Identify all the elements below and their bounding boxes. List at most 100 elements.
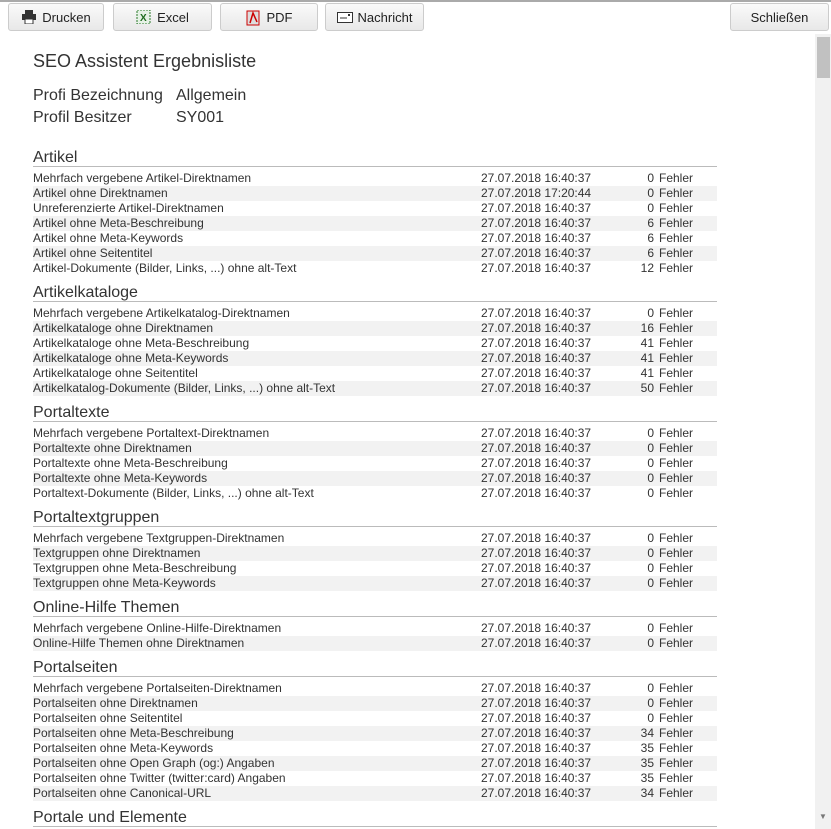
error-unit: Fehler <box>659 726 694 740</box>
error-unit: Fehler <box>659 456 694 470</box>
result-row[interactable]: Mehrfach vergebene Artikel-Direktnamen 2… <box>33 171 717 186</box>
scrollbar-thumb[interactable] <box>817 37 830 78</box>
excel-button[interactable]: X Excel <box>113 3 212 31</box>
result-row[interactable]: Artikel-Dokumente (Bilder, Links, ...) o… <box>33 261 717 276</box>
result-row[interactable]: Textgruppen ohne Meta-Keywords 27.07.201… <box>33 576 717 591</box>
result-row[interactable]: Artikel ohne Meta-Beschreibung 27.07.201… <box>33 216 717 231</box>
result-row[interactable]: Portalseiten ohne Seitentitel 27.07.2018… <box>33 711 717 726</box>
section-rows: Mehrfach vergebene Portaltext-Direktname… <box>33 426 717 501</box>
result-row[interactable]: Mehrfach vergebene Textgruppen-Direktnam… <box>33 531 717 546</box>
check-timestamp: 27.07.2018 16:40:37 <box>481 636 592 650</box>
result-row[interactable]: Textgruppen ohne Direktnamen 27.07.2018 … <box>33 546 717 561</box>
result-row[interactable]: Portaltext-Dokumente (Bilder, Links, ...… <box>33 486 717 501</box>
result-row[interactable]: Online-Hilfe Themen ohne Direktnamen 27.… <box>33 636 717 651</box>
error-count: 6 <box>647 246 654 260</box>
section-rows: Mehrfach vergebene Textgruppen-Direktnam… <box>33 531 717 591</box>
check-timestamp: 27.07.2018 16:40:37 <box>481 366 592 380</box>
check-timestamp: 27.07.2018 16:40:37 <box>481 306 592 320</box>
profile-value: Allgemein <box>176 87 247 104</box>
result-row[interactable]: Mehrfach vergebene Online-Hilfe-Direktna… <box>33 621 717 636</box>
vertical-scrollbar[interactable]: ▼ <box>815 34 831 829</box>
error-count: 6 <box>647 231 654 245</box>
section-heading: Portaltextgruppen <box>33 509 717 527</box>
result-row[interactable]: Artikel ohne Meta-Keywords 27.07.2018 16… <box>33 231 717 246</box>
result-row[interactable]: Artikelkatalog-Dokumente (Bilder, Links,… <box>33 381 717 396</box>
check-name: Portaltexte ohne Direktnamen <box>33 441 192 455</box>
result-row[interactable]: Mehrfach vergebene Portaltext-Direktname… <box>33 426 717 441</box>
result-row[interactable]: Artikelkataloge ohne Direktnamen 27.07.2… <box>33 321 717 336</box>
error-count: 0 <box>647 696 654 710</box>
check-name: Mehrfach vergebene Portaltext-Direktname… <box>33 426 270 440</box>
error-count: 0 <box>647 576 654 590</box>
error-unit: Fehler <box>659 321 694 335</box>
results-panel: SEO Assistent Ergebnisliste Profi Bezeic… <box>0 34 815 829</box>
check-name: Portaltexte ohne Meta-Keywords <box>33 471 208 485</box>
result-row[interactable]: Portalseiten ohne Twitter (twitter:card)… <box>33 771 717 786</box>
result-row[interactable]: Portalseiten ohne Canonical-URL 27.07.20… <box>33 786 717 801</box>
error-unit: Fehler <box>659 486 694 500</box>
error-count: 35 <box>640 741 654 755</box>
error-unit: Fehler <box>659 531 694 545</box>
scroll-down-arrow-icon[interactable]: ▼ <box>819 812 827 821</box>
error-unit: Fehler <box>659 336 694 350</box>
toolbar: Drucken X Excel PDF Nachricht Schließen <box>0 0 831 32</box>
error-unit: Fehler <box>659 786 694 800</box>
check-timestamp: 27.07.2018 17:20:44 <box>481 186 592 200</box>
check-timestamp: 27.07.2018 16:40:37 <box>481 696 592 710</box>
message-button[interactable]: Nachricht <box>325 3 424 31</box>
result-row[interactable]: Portalseiten ohne Open Graph (og:) Angab… <box>33 756 717 771</box>
check-name: Artikelkataloge ohne Meta-Beschreibung <box>33 336 250 350</box>
check-timestamp: 27.07.2018 16:40:37 <box>481 351 592 365</box>
check-name: Mehrfach vergebene Artikelkatalog-Direkt… <box>33 306 290 320</box>
check-name: Mehrfach vergebene Artikel-Direktnamen <box>33 171 252 185</box>
result-row[interactable]: Artikelkataloge ohne Seitentitel 27.07.2… <box>33 366 717 381</box>
result-row[interactable]: Mehrfach vergebene Portalseiten-Direktna… <box>33 681 717 696</box>
result-row[interactable]: Textgruppen ohne Meta-Beschreibung 27.07… <box>33 561 717 576</box>
profile-name-row: Profi Bezeichnung Allgemein <box>33 87 246 105</box>
result-row[interactable]: Portalseiten ohne Meta-Beschreibung 27.0… <box>33 726 717 741</box>
check-timestamp: 27.07.2018 16:40:37 <box>481 531 592 545</box>
result-row[interactable]: Mehrfach vergebene Artikelkatalog-Direkt… <box>33 306 717 321</box>
check-timestamp: 27.07.2018 16:40:37 <box>481 441 592 455</box>
check-name: Portaltexte ohne Meta-Beschreibung <box>33 456 228 470</box>
print-button[interactable]: Drucken <box>8 3 104 31</box>
result-row[interactable]: Portaltexte ohne Meta-Keywords 27.07.201… <box>33 471 717 486</box>
error-unit: Fehler <box>659 576 694 590</box>
result-row[interactable]: Portalseiten ohne Direktnamen 27.07.2018… <box>33 696 717 711</box>
pdf-button[interactable]: PDF <box>220 3 318 31</box>
error-count: 0 <box>647 186 654 200</box>
error-unit: Fehler <box>659 306 694 320</box>
check-timestamp: 27.07.2018 16:40:37 <box>481 681 592 695</box>
pdf-icon <box>246 10 262 26</box>
result-row[interactable]: Portaltexte ohne Direktnamen 27.07.2018 … <box>33 441 717 456</box>
result-row[interactable]: Unreferenzierte Artikel-Direktnamen 27.0… <box>33 201 717 216</box>
section: Portalseiten Mehrfach vergebene Portalse… <box>33 659 717 801</box>
close-button[interactable]: Schließen <box>730 3 829 31</box>
error-unit: Fehler <box>659 771 694 785</box>
error-unit: Fehler <box>659 351 694 365</box>
error-count: 6 <box>647 216 654 230</box>
error-unit: Fehler <box>659 246 694 260</box>
result-row[interactable]: Artikel ohne Seitentitel 27.07.2018 16:4… <box>33 246 717 261</box>
error-unit: Fehler <box>659 621 694 635</box>
section: Artikel Mehrfach vergebene Artikel-Direk… <box>33 149 717 276</box>
error-unit: Fehler <box>659 216 694 230</box>
error-count: 0 <box>647 171 654 185</box>
profile-value: SY001 <box>176 109 225 126</box>
section: Portaltextgruppen Mehrfach vergebene Tex… <box>33 509 717 591</box>
result-row[interactable]: Portalseiten ohne Meta-Keywords 27.07.20… <box>33 741 717 756</box>
error-count: 0 <box>647 561 654 575</box>
results-sections: Artikel Mehrfach vergebene Artikel-Direk… <box>33 149 717 829</box>
result-row[interactable]: Artikel ohne Direktnamen 27.07.2018 17:2… <box>33 186 717 201</box>
check-name: Artikel-Dokumente (Bilder, Links, ...) o… <box>33 261 297 275</box>
result-row[interactable]: Artikelkataloge ohne Meta-Keywords 27.07… <box>33 351 717 366</box>
result-row[interactable]: Portaltexte ohne Meta-Beschreibung 27.07… <box>33 456 717 471</box>
result-row[interactable]: Artikelkataloge ohne Meta-Beschreibung 2… <box>33 336 717 351</box>
check-timestamp: 27.07.2018 16:40:37 <box>481 726 592 740</box>
check-timestamp: 27.07.2018 16:40:37 <box>481 201 592 215</box>
check-name: Portaltext-Dokumente (Bilder, Links, ...… <box>33 486 314 500</box>
check-timestamp: 27.07.2018 16:40:37 <box>481 546 592 560</box>
error-unit: Fehler <box>659 711 694 725</box>
error-unit: Fehler <box>659 561 694 575</box>
check-timestamp: 27.07.2018 16:40:37 <box>481 321 592 335</box>
